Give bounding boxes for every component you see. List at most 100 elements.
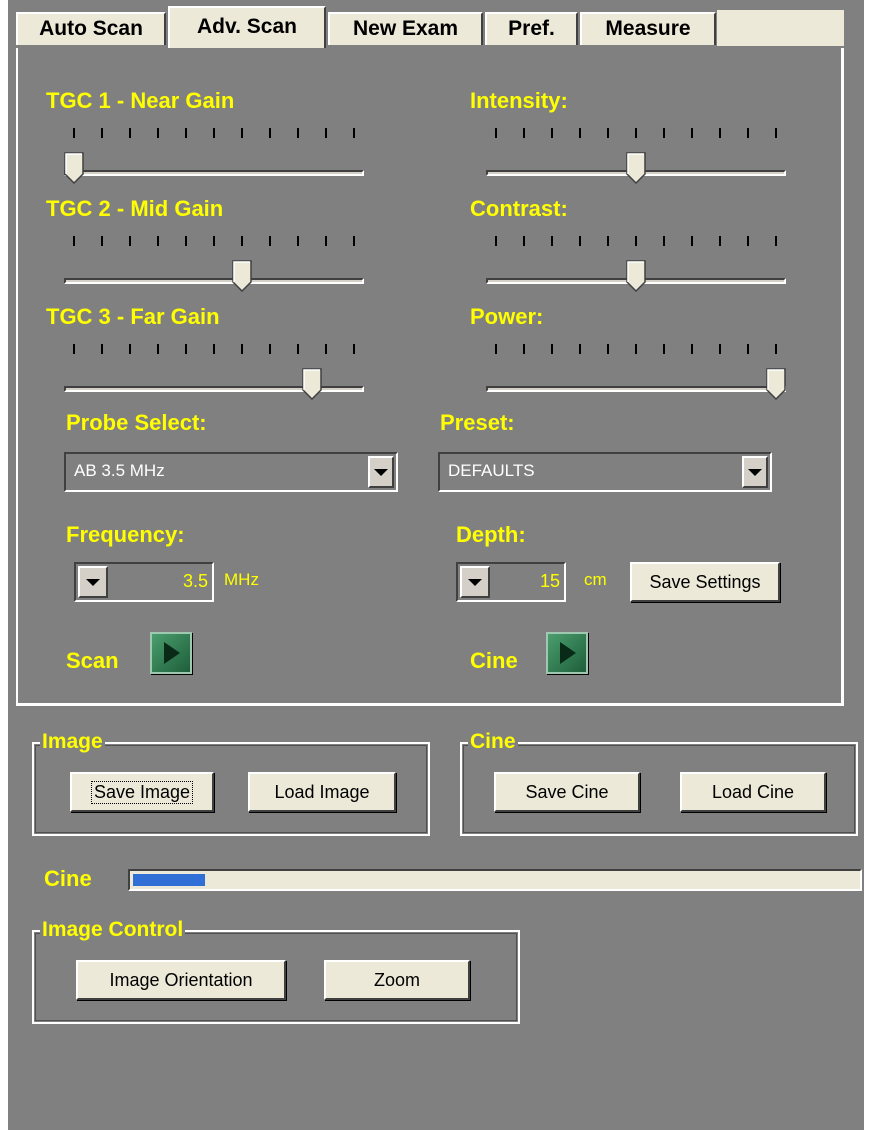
slider-thumb[interactable] (232, 260, 252, 292)
chevron-down-icon[interactable] (460, 566, 490, 598)
slider-tick (663, 128, 665, 138)
slider-tick (325, 128, 327, 138)
slider-tick (101, 344, 103, 354)
slider-ticks (64, 344, 374, 356)
slider-track[interactable] (64, 170, 364, 176)
depth-value: 15 (539, 571, 560, 591)
slider-tick (157, 344, 159, 354)
tgc1-label: TGC 1 - Near Gain (46, 88, 235, 113)
slider-thumb[interactable] (626, 260, 646, 292)
save-settings-button[interactable]: Save Settings (630, 562, 780, 602)
chevron-down-icon[interactable] (742, 456, 768, 488)
slider-track[interactable] (64, 278, 364, 284)
slider-tick (269, 128, 271, 138)
depth-unit: cm (584, 570, 607, 589)
slider-tick (157, 128, 159, 138)
image-orientation-button[interactable]: Image Orientation (76, 960, 286, 1000)
probe-select-label: Probe Select: (66, 410, 207, 435)
slider-tick (73, 128, 75, 138)
preset-dropdown[interactable]: DEFAULTS (438, 452, 772, 492)
tab-auto-scan[interactable]: Auto Scan (16, 12, 166, 45)
app-window: Auto Scan Adv. Scan New Exam Pref. Measu… (8, 0, 864, 1130)
tab-strip-background (717, 10, 844, 46)
save-cine-button[interactable]: Save Cine (494, 772, 640, 812)
slider-tick (663, 344, 665, 354)
intensity-slider[interactable] (486, 128, 796, 202)
slider-tick (775, 344, 777, 354)
slider-ticks (486, 128, 796, 140)
slider-tick (495, 344, 497, 354)
chevron-down-icon[interactable] (78, 566, 108, 598)
slider-tick (325, 236, 327, 246)
slider-ticks (486, 344, 796, 356)
zoom-label: Zoom (373, 969, 420, 990)
slider-tick (691, 128, 693, 138)
cine-progress-bar[interactable] (128, 869, 862, 891)
slider-tick (635, 236, 637, 246)
slider-tick (157, 236, 159, 246)
slider-thumb[interactable] (64, 152, 84, 184)
load-cine-button[interactable]: Load Cine (680, 772, 826, 812)
cine-group-title: Cine (468, 730, 518, 754)
tgc3-slider[interactable] (64, 344, 374, 418)
save-cine-label: Save Cine (525, 781, 609, 802)
load-image-button[interactable]: Load Image (248, 772, 396, 812)
slider-tick (579, 128, 581, 138)
tgc2-slider[interactable] (64, 236, 374, 310)
tab-measure[interactable]: Measure (580, 12, 716, 45)
slider-tick (523, 128, 525, 138)
slider-tick (579, 344, 581, 354)
slider-track[interactable] (486, 386, 786, 392)
slider-tick (297, 128, 299, 138)
adv-scan-panel: TGC 1 - Near Gain TGC 2 - Mid Gain TGC 3… (16, 48, 844, 706)
cine-groupbox: Cine Save Cine Load Cine (460, 730, 858, 836)
slider-thumb[interactable] (766, 368, 786, 400)
tab-pref[interactable]: Pref. (485, 12, 578, 45)
tab-new-exam[interactable]: New Exam (328, 12, 483, 45)
cine-progress-label: Cine (44, 866, 92, 891)
save-image-label: Save Image (90, 780, 194, 804)
slider-tick (747, 128, 749, 138)
slider-thumb[interactable] (302, 368, 322, 400)
depth-label: Depth: (456, 522, 526, 547)
save-image-button[interactable]: Save Image (70, 772, 214, 812)
slider-tick (747, 344, 749, 354)
frequency-field[interactable]: 3.5 (74, 562, 214, 602)
slider-tick (551, 344, 553, 354)
power-slider[interactable] (486, 344, 796, 418)
slider-tick (747, 236, 749, 246)
slider-tick (719, 344, 721, 354)
save-settings-label: Save Settings (649, 571, 761, 592)
slider-tick (101, 128, 103, 138)
contrast-slider[interactable] (486, 236, 796, 310)
slider-ticks (64, 236, 374, 248)
slider-tick (353, 128, 355, 138)
slider-tick (241, 128, 243, 138)
slider-thumb[interactable] (626, 152, 646, 184)
slider-tick (495, 128, 497, 138)
slider-tick (775, 128, 777, 138)
frequency-unit: MHz (224, 570, 259, 589)
slider-tick (325, 344, 327, 354)
slider-tick (129, 128, 131, 138)
probe-select-dropdown[interactable]: AB 3.5 MHz (64, 452, 398, 492)
frequency-label: Frequency: (66, 522, 185, 547)
slider-tick (269, 344, 271, 354)
slider-tick (607, 236, 609, 246)
slider-tick (719, 236, 721, 246)
slider-tick (495, 236, 497, 246)
slider-tick (719, 128, 721, 138)
slider-tick (635, 344, 637, 354)
chevron-down-icon[interactable] (368, 456, 394, 488)
slider-tick (353, 236, 355, 246)
slider-tick (775, 236, 777, 246)
play-icon[interactable] (546, 632, 588, 674)
zoom-button[interactable]: Zoom (324, 960, 470, 1000)
tgc1-slider[interactable] (64, 128, 374, 202)
depth-field[interactable]: 15 (456, 562, 566, 602)
play-icon[interactable] (150, 632, 192, 674)
tab-adv-scan[interactable]: Adv. Scan (168, 6, 326, 48)
slider-tick (523, 236, 525, 246)
image-group-title: Image (40, 730, 105, 754)
slider-tick (523, 344, 525, 354)
